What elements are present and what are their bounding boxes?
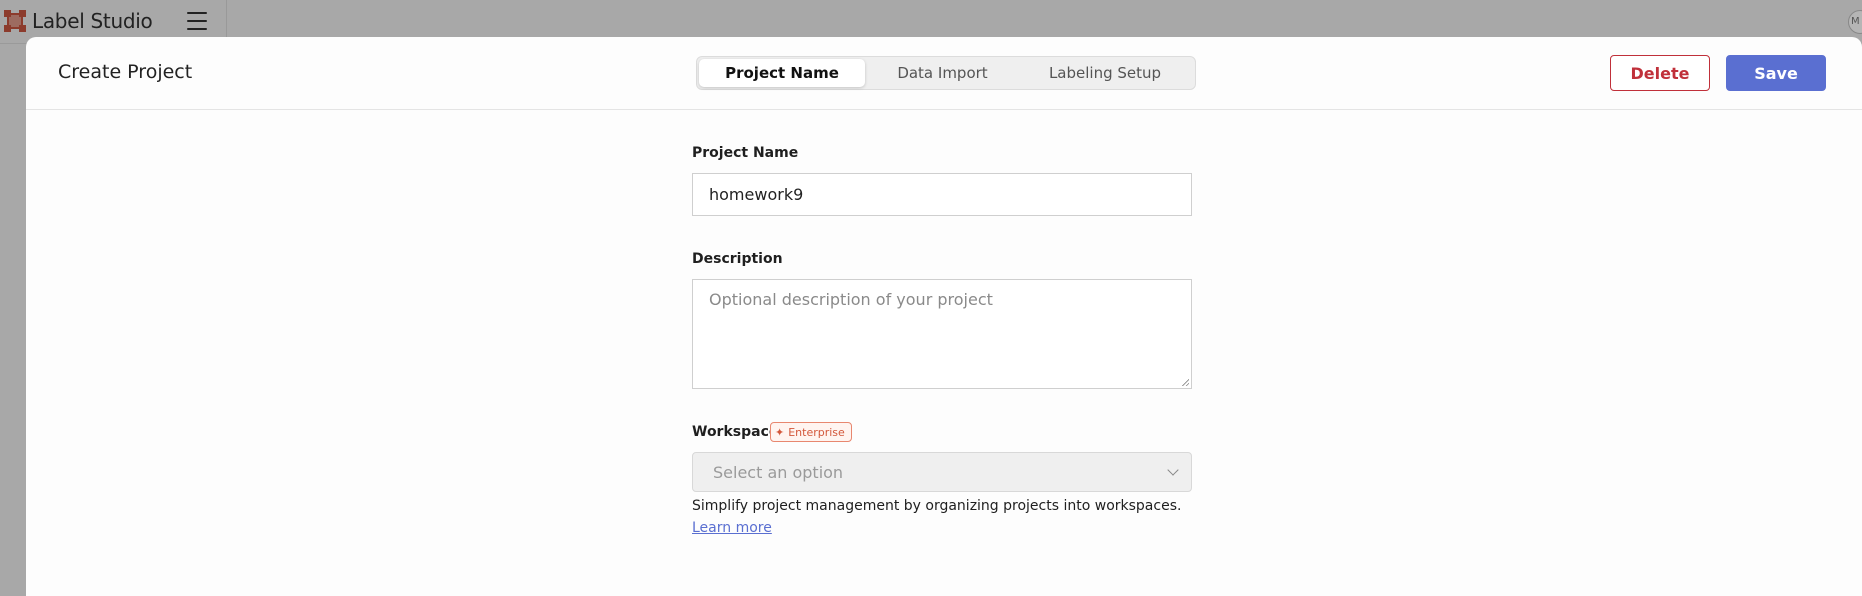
menu-icon[interactable]: [187, 12, 207, 30]
description-placeholder: Optional description of your project: [709, 290, 993, 309]
logo[interactable]: Label Studio: [4, 9, 153, 33]
create-project-modal: Create Project Project Name Data Import …: [26, 37, 1862, 596]
modal-header: Create Project Project Name Data Import …: [26, 37, 1862, 110]
description-textarea[interactable]: Optional description of your project: [692, 279, 1192, 389]
project-name-input[interactable]: homework9: [692, 173, 1192, 216]
description-label: Description: [692, 251, 783, 267]
sparkle-icon: ✦: [775, 425, 785, 439]
app-name: Label Studio: [32, 9, 153, 33]
workspace-help-text: Simplify project management by organizin…: [692, 495, 1192, 539]
label-studio-logo-icon: [4, 10, 26, 32]
save-button[interactable]: Save: [1726, 55, 1826, 91]
chevron-down-icon: [1167, 464, 1179, 476]
workspace-label: Workspace: [692, 424, 779, 440]
tab-labeling-setup[interactable]: Labeling Setup: [1020, 59, 1190, 87]
tab-data-import[interactable]: Data Import: [865, 59, 1020, 87]
delete-button[interactable]: Delete: [1610, 55, 1710, 91]
tab-project-name[interactable]: Project Name: [699, 59, 865, 87]
workspace-select-value: Select an option: [713, 462, 844, 482]
enterprise-badge-label: Enterprise: [788, 425, 845, 439]
project-name-label: Project Name: [692, 145, 799, 161]
avatar[interactable]: M: [1848, 10, 1862, 34]
learn-more-link[interactable]: Learn more: [692, 520, 772, 536]
resize-handle-icon[interactable]: [1181, 378, 1189, 386]
workspace-select[interactable]: Select an option: [692, 452, 1192, 492]
step-tabs: Project Name Data Import Labeling Setup: [696, 56, 1196, 90]
modal-title: Create Project: [58, 61, 193, 83]
workspace-help-description: Simplify project management by organizin…: [692, 498, 1182, 514]
enterprise-badge: ✦ Enterprise: [770, 422, 852, 442]
